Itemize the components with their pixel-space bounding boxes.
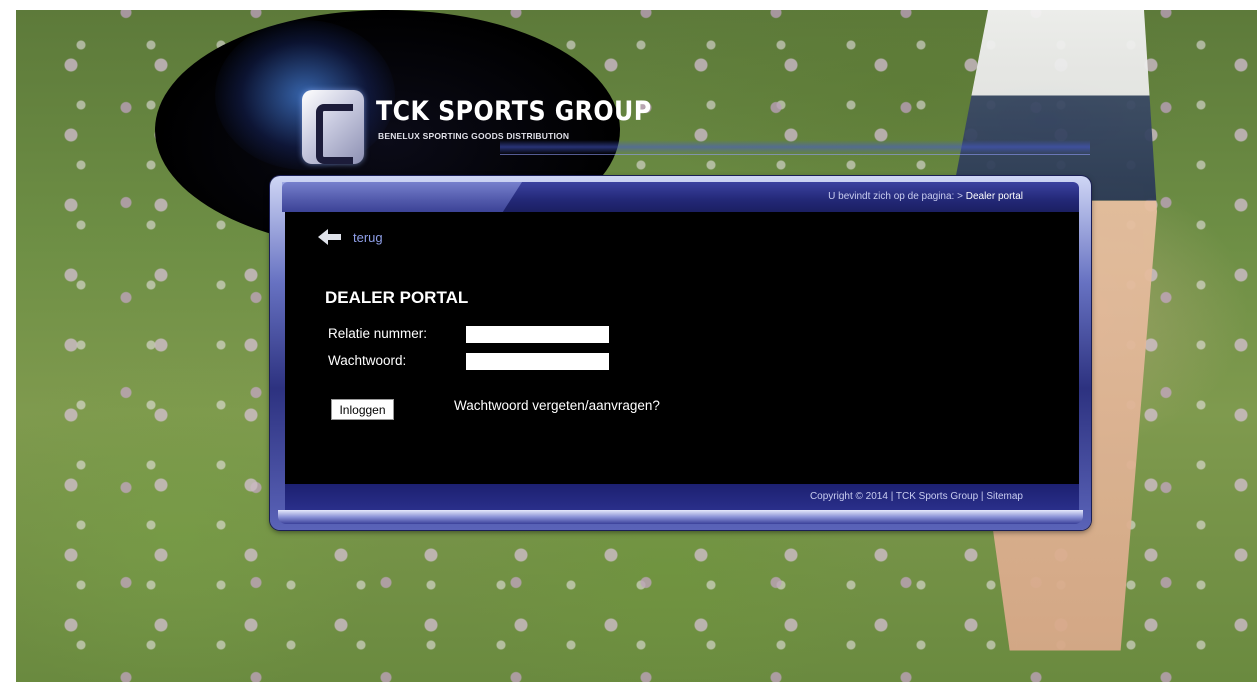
password-label: Wachtwoord: <box>328 353 407 368</box>
panel-header: U bevindt zich op de pagina: > Dealer po… <box>282 182 1079 212</box>
relation-number-input[interactable] <box>466 326 609 343</box>
back-arrow-icon <box>318 229 342 245</box>
password-input[interactable] <box>466 353 609 370</box>
breadcrumb-prefix: U bevindt zich op de pagina: > <box>828 191 966 202</box>
page-title: DEALER PORTAL <box>325 288 469 307</box>
decorative-streak <box>500 140 1090 155</box>
panel-bottom-bevel <box>278 510 1083 524</box>
tck-logo-icon <box>302 90 364 164</box>
sitemap-link[interactable]: Sitemap <box>986 491 1023 502</box>
forgot-password-link[interactable]: Wachtwoord vergeten/aanvragen? <box>454 398 660 413</box>
panel-content <box>285 212 1079 484</box>
logo-title: TCK SPORTS GROUP <box>376 96 652 127</box>
footer-text: Copyright © 2014 | TCK Sports Group | Si… <box>810 491 1023 502</box>
login-button[interactable]: Inloggen <box>331 399 394 420</box>
breadcrumb-current: Dealer portal <box>965 191 1023 202</box>
back-link[interactable]: terug <box>318 229 383 245</box>
back-link-label: terug <box>353 229 383 245</box>
panel-footer: Copyright © 2014 | TCK Sports Group | Si… <box>285 484 1079 510</box>
relation-number-label: Relatie nummer: <box>328 326 428 341</box>
breadcrumb: U bevindt zich op de pagina: > Dealer po… <box>828 191 1023 202</box>
copyright-text: Copyright © 2014 | TCK Sports Group | <box>809 491 987 502</box>
